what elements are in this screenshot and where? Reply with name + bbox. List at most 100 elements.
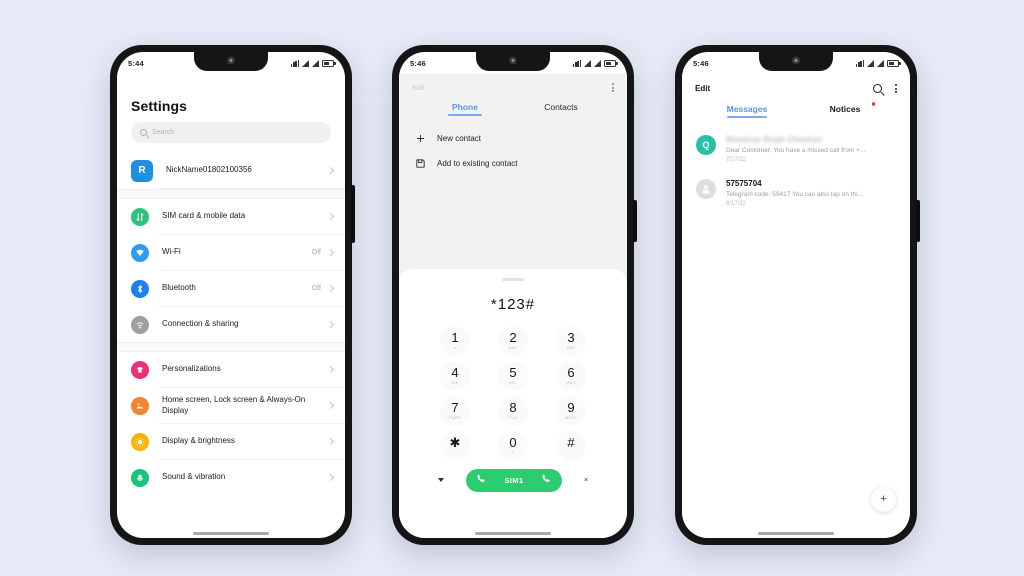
front-camera-icon [508,56,518,65]
key-digit: 7 [451,400,459,416]
key-6[interactable]: 6 MNO [556,360,586,391]
chevron-right-icon [326,166,335,175]
messages-tabs: Messages Notices [682,93,910,118]
settings-list: R NickName01802100356 SIM card & mobile … [117,153,345,495]
new-message-fab[interactable]: + [871,487,896,512]
call-button[interactable]: SIM1 [465,468,562,492]
side-power-button[interactable] [916,200,920,242]
key-star[interactable]: ✱ , [440,430,470,461]
new-contact-button[interactable]: New contact [399,126,627,151]
tab-contacts[interactable]: Contacts [535,102,587,116]
sidebar-item-label: Wi-Fi [162,247,181,257]
search-placeholder: Search [152,129,175,136]
personalization-icon [131,360,149,379]
key-8[interactable]: 8 TUV [498,395,528,426]
key-hash[interactable]: # ; [556,430,586,461]
sidebar-item-personalizations[interactable]: Personalizations [117,352,345,387]
call-action-row: SIM1 × [399,461,627,492]
delete-button[interactable]: × [584,477,588,484]
status-time: 5:46 [410,58,426,68]
home-indicator[interactable] [193,531,269,535]
kebab-menu-icon[interactable] [895,84,897,94]
sidebar-item-bluetooth[interactable]: Bluetooth Off [117,271,345,306]
call-button-label: SIM1 [504,475,524,485]
key-5[interactable]: 5 JKL [498,360,528,391]
signal-bars-icon-2 [877,59,884,67]
phone-handset-icon-left [476,471,487,489]
sidebar-item-display-brightness[interactable]: Display & brightness [117,424,345,459]
add-existing-contact-button[interactable]: Add to existing contact [399,151,627,176]
key-sub: MNO [566,380,576,385]
signal-bars-icon-2 [594,59,601,67]
chevron-right-icon [326,437,335,446]
home-indicator[interactable] [475,531,551,535]
sidebar-item-sound-vibration[interactable]: Sound & vibration [117,460,345,495]
dial-pad-panel: *123# 1 ∞ 2 ABC 3 DEF 4 GHI 5 JKL 6 MNO … [399,269,627,538]
sidebar-item-label: SIM card & mobile data [162,211,246,221]
message-body: Mandeep Singh Chouhan Dear Customer, You… [726,135,896,163]
message-sender: 57575704 [726,179,762,189]
dialer-actions: New contact Add to existing contact [399,116,627,176]
key-sub: DEF [566,345,576,350]
key-sub: ∞ [453,345,457,350]
dialer-header: Edit [399,74,627,93]
chevron-right-icon [326,284,335,293]
status-icons [291,59,336,67]
message-date: 6/17/22 [726,201,747,208]
search-icon [140,129,147,136]
key-9[interactable]: 9 WXYZ [556,395,586,426]
sidebar-item-label: Personalizations [162,364,221,374]
battery-icon [322,59,336,67]
key-digit: 2 [509,330,517,346]
key-sub: TUV [508,415,518,420]
message-date: 7/27/22 [726,157,747,164]
sidebar-item-home-screen[interactable]: Home screen, Lock screen & Always-On Dis… [117,388,345,423]
list-item[interactable]: 57575704 Telegram code: 59417 You can al… [682,171,910,215]
search-icon[interactable] [873,84,882,94]
key-7[interactable]: 7 PQRS [440,395,470,426]
key-1[interactable]: 1 ∞ [440,325,470,356]
side-power-button[interactable] [351,185,355,243]
key-4[interactable]: 4 GHI [440,360,470,391]
sound-vibration-icon [131,468,149,487]
dialer-tabs: Phone Contacts [399,92,627,116]
chevron-right-icon [326,320,335,329]
sidebar-item-label: Home screen, Lock screen & Always-On Dis… [162,394,306,415]
status-icons [573,59,618,67]
phone-device-messages: 5:46 Edit Messages Notices Q Mandeep Sin… [675,45,920,545]
kebab-menu-icon[interactable] [612,83,614,93]
key-sub: , [454,450,456,455]
chevron-down-icon[interactable] [437,478,444,482]
home-indicator[interactable] [758,531,834,535]
key-sub: ABC [508,345,518,350]
status-badge [871,102,875,106]
account-row[interactable]: R NickName01802100356 [117,153,345,188]
key-0[interactable]: 0 + [498,430,528,461]
front-camera-icon [791,56,801,65]
edit-button[interactable]: Edit [695,84,710,93]
tab-messages[interactable]: Messages [720,104,774,118]
side-power-button[interactable] [633,200,637,242]
key-2[interactable]: 2 ABC [498,325,528,356]
plus-icon [415,133,426,144]
list-item[interactable]: Q Mandeep Singh Chouhan Dear Customer, Y… [682,127,910,171]
tab-phone[interactable]: Phone [439,102,491,116]
tab-notices[interactable]: Notices [818,102,875,118]
sidebar-item-connection-sharing[interactable]: Connection & sharing [117,307,345,342]
chevron-right-icon [326,212,335,221]
keypad: 1 ∞ 2 ABC 3 DEF 4 GHI 5 JKL 6 MNO 7 PQRS… [399,325,627,461]
edit-button[interactable]: Edit [412,83,425,92]
settings-content: Settings Search R NickName01802100356 SI… [117,74,345,538]
phone-handset-icon-right [541,471,552,489]
chevron-right-icon [326,248,335,257]
key-digit: 9 [567,400,575,416]
sidebar-item-wifi[interactable]: Wi-Fi Off [117,235,345,270]
mobile-data-icon [291,59,299,67]
chevron-right-icon [326,473,335,482]
search-input[interactable]: Search [131,122,331,143]
dialed-number-display[interactable]: *123# [399,281,627,326]
key-digit: 3 [567,330,575,346]
sidebar-item-sim-card[interactable]: SIM card & mobile data [117,199,345,234]
notch [759,52,833,71]
key-3[interactable]: 3 DEF [556,325,586,356]
